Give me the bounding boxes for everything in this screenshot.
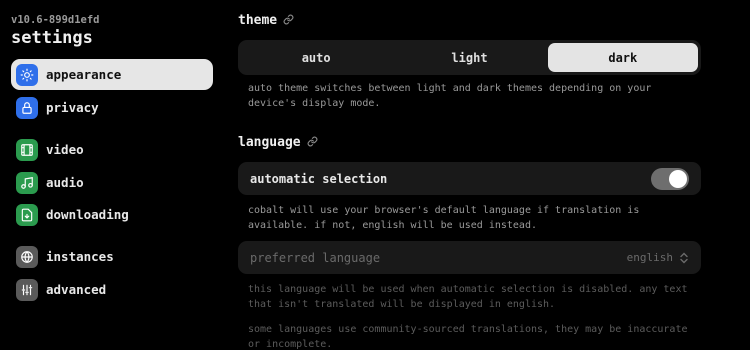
section-title-text: theme	[238, 13, 278, 28]
download-file-icon	[16, 203, 38, 226]
theme-section-title: theme	[238, 13, 294, 28]
link-icon[interactable]	[283, 14, 294, 28]
sidebar-item-label: advanced	[46, 282, 107, 297]
preferred-language-description: this language will be used when automati…	[248, 284, 688, 310]
link-icon[interactable]	[307, 136, 318, 150]
sidebar-item-audio[interactable]: audio	[11, 167, 213, 198]
section-title-text: language	[238, 135, 301, 150]
toggle-knob	[669, 169, 687, 188]
preferred-language-row: preferred language english	[238, 241, 701, 274]
chevron-up-down-icon	[680, 252, 688, 263]
sidebar-item-privacy[interactable]: privacy	[11, 92, 213, 123]
music-icon	[16, 171, 38, 194]
sidebar-item-appearance[interactable]: appearance	[11, 59, 213, 90]
preferred-language-label: preferred language	[250, 250, 381, 265]
sidebar-item-advanced[interactable]: advanced	[11, 274, 213, 305]
version-label: v10.6-899d1efd	[11, 14, 100, 26]
automatic-selection-label: automatic selection	[250, 171, 388, 186]
sidebar-item-video[interactable]: video	[11, 134, 213, 165]
sidebar: v10.6-899d1efd settings appearance priva…	[0, 0, 222, 350]
page-title: settings	[11, 28, 93, 48]
automatic-selection-toggle[interactable]	[651, 167, 689, 190]
lock-icon	[16, 96, 38, 119]
automatic-selection-description: cobalt will use your browser's default l…	[248, 205, 640, 231]
theme-option-light[interactable]: light	[394, 43, 544, 72]
theme-option-dark[interactable]: dark	[547, 43, 698, 72]
sidebar-item-label: video	[46, 142, 84, 157]
language-section-title: language	[238, 135, 318, 150]
community-translations-note: some languages use community-sourced tra…	[248, 324, 688, 350]
sidebar-item-label: downloading	[46, 207, 129, 222]
theme-switcher: auto light dark	[238, 40, 701, 75]
sidebar-item-label: privacy	[46, 100, 99, 115]
theme-option-auto[interactable]: auto	[241, 43, 391, 72]
automatic-selection-toggle-row[interactable]: automatic selection	[238, 162, 701, 195]
sidebar-item-downloading[interactable]: downloading	[11, 199, 213, 230]
sliders-icon	[16, 278, 38, 301]
film-icon	[16, 138, 38, 161]
preferred-language-select: english	[627, 251, 689, 264]
sidebar-item-label: appearance	[46, 67, 122, 82]
sidebar-item-instances[interactable]: instances	[11, 241, 213, 272]
globe-icon	[16, 245, 38, 268]
sun-icon	[16, 63, 38, 86]
settings-content: theme auto light dark auto theme switche…	[238, 0, 701, 350]
sidebar-item-label: audio	[46, 175, 84, 190]
preferred-language-value: english	[626, 251, 673, 264]
theme-description: auto theme switches between light and da…	[248, 83, 652, 109]
sidebar-item-label: instances	[46, 249, 114, 264]
